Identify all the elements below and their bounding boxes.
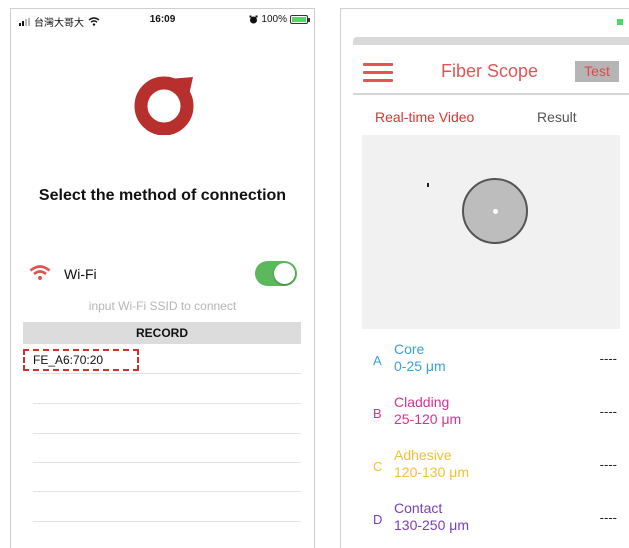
toggle-knob xyxy=(274,263,295,284)
battery-icon xyxy=(290,15,310,24)
wifi-icon xyxy=(29,265,51,280)
fiber-end-face xyxy=(462,178,528,244)
list-divider xyxy=(33,373,301,374)
tab-bar: Real-time Video Result xyxy=(341,109,629,129)
zone-letter: A xyxy=(373,353,382,368)
zone-range: 120-130 μm xyxy=(394,464,469,480)
zone-row-contact: D Contact 130-250 μm ---- xyxy=(341,500,629,540)
alarm-icon xyxy=(249,15,258,24)
record-header: RECORD xyxy=(23,322,301,344)
zone-value: ---- xyxy=(599,351,617,366)
zone-name: Cladding xyxy=(394,394,450,410)
connection-screen: 台灣大哥大 16:09 100% Select the method of co… xyxy=(10,8,315,548)
ssid-input[interactable]: input Wi-Fi SSID to connect xyxy=(11,299,314,313)
zone-range: 130-250 μm xyxy=(394,517,469,533)
app-title: Fiber Scope xyxy=(441,61,539,81)
zone-letter: D xyxy=(373,512,383,527)
zone-letter: C xyxy=(373,459,383,474)
list-divider xyxy=(33,491,301,492)
battery-percent: 100% xyxy=(261,14,287,25)
wifi-label: Wi-Fi xyxy=(64,266,97,282)
zone-row-core: A Core 0-25 μm ---- xyxy=(341,341,629,381)
dust-speck xyxy=(427,183,429,187)
test-button[interactable]: Test xyxy=(575,61,619,82)
fiber-scope-screen: Fiber Scope Test Real-time Video Result … xyxy=(340,8,629,548)
connection-heading: Select the method of connection xyxy=(38,187,287,204)
tab-result[interactable]: Result xyxy=(537,109,577,125)
zone-name: Adhesive xyxy=(394,447,452,463)
app-logo-icon xyxy=(134,76,194,135)
list-divider xyxy=(33,433,301,434)
zone-name: Contact xyxy=(394,500,443,516)
zone-value: ---- xyxy=(599,404,617,419)
video-preview xyxy=(362,135,620,329)
wifi-toggle[interactable] xyxy=(255,261,297,286)
zone-name: Core xyxy=(394,341,425,357)
list-divider xyxy=(33,521,301,522)
top-divider xyxy=(353,37,629,45)
menu-icon[interactable] xyxy=(363,63,393,82)
zone-range: 0-25 μm xyxy=(394,358,446,374)
battery-icon xyxy=(617,19,623,25)
zone-row-adhesive: C Adhesive 120-130 μm ---- xyxy=(341,447,629,487)
zone-value: ---- xyxy=(599,510,617,525)
list-divider xyxy=(33,462,301,463)
zone-range: 25-120 μm xyxy=(394,411,462,427)
app-bar: Fiber Scope Test xyxy=(341,49,629,93)
zone-row-cladding: B Cladding 25-120 μm ---- xyxy=(341,394,629,434)
fiber-core xyxy=(493,209,498,214)
zone-letter: B xyxy=(373,406,382,421)
status-bar: 台灣大哥大 16:09 100% xyxy=(11,9,314,31)
tab-realtime-video[interactable]: Real-time Video xyxy=(375,109,474,125)
appbar-divider xyxy=(353,93,629,95)
zone-value: ---- xyxy=(599,457,617,472)
record-item[interactable]: FE_A6:70:20 xyxy=(23,349,139,371)
list-divider xyxy=(33,403,301,404)
wifi-row: Wi-Fi xyxy=(29,261,297,287)
